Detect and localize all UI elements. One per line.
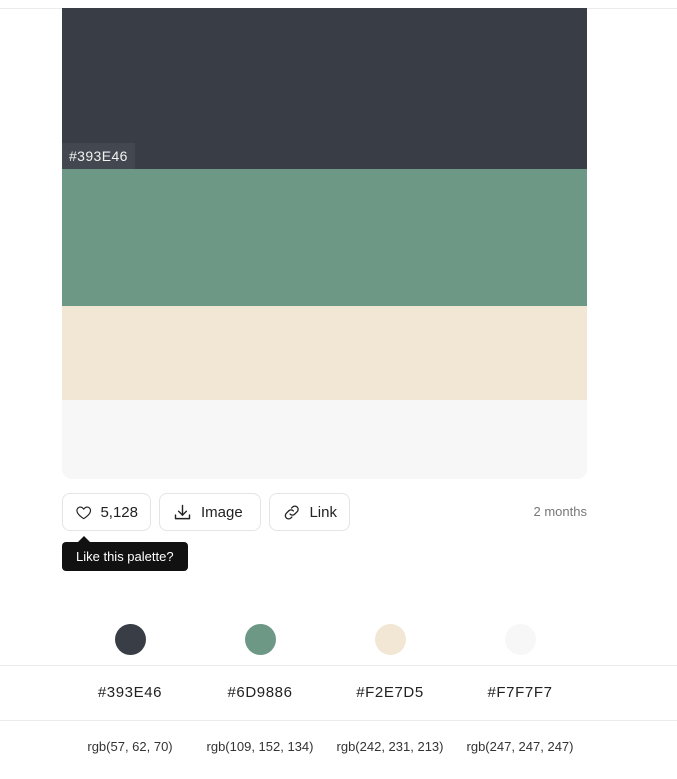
swatch-2[interactable] bbox=[62, 169, 587, 306]
rgb-value[interactable]: rgb(242, 231, 213) bbox=[325, 739, 455, 754]
divider bbox=[0, 720, 677, 721]
swatch-3[interactable] bbox=[62, 306, 587, 400]
swatch-1[interactable]: #393E46 bbox=[62, 8, 587, 169]
heart-icon bbox=[76, 505, 92, 519]
divider bbox=[0, 665, 677, 666]
link-icon bbox=[284, 504, 299, 520]
color-dot-1[interactable] bbox=[115, 624, 146, 655]
like-tooltip: Like this palette? bbox=[62, 536, 188, 571]
color-dot-4[interactable] bbox=[505, 624, 536, 655]
color-dots bbox=[0, 624, 677, 656]
color-dot-3[interactable] bbox=[375, 624, 406, 655]
rgb-value[interactable]: rgb(109, 152, 134) bbox=[195, 739, 325, 754]
palette-card: #393E46 bbox=[62, 8, 587, 479]
image-label: Image bbox=[201, 503, 243, 521]
link-label: Link bbox=[309, 503, 337, 521]
copy-link-button[interactable]: Link bbox=[269, 493, 350, 531]
swatch-hex-label[interactable]: #393E46 bbox=[62, 143, 135, 169]
download-icon bbox=[174, 504, 191, 519]
color-dot-2[interactable] bbox=[245, 624, 276, 655]
like-count: 5,128 bbox=[100, 503, 138, 521]
hex-value[interactable]: #F7F7F7 bbox=[455, 684, 585, 701]
hex-value[interactable]: #F2E7D5 bbox=[325, 684, 455, 701]
download-image-button[interactable]: Image bbox=[159, 493, 261, 531]
swatch-4[interactable] bbox=[62, 400, 587, 479]
timestamp: 2 months bbox=[533, 504, 587, 519]
like-button[interactable]: 5,128 bbox=[62, 493, 151, 531]
rgb-value[interactable]: rgb(57, 62, 70) bbox=[65, 739, 195, 754]
rgb-value[interactable]: rgb(247, 247, 247) bbox=[455, 739, 585, 754]
action-bar: 5,128 Image Link bbox=[62, 493, 350, 531]
hex-value[interactable]: #6D9886 bbox=[195, 684, 325, 701]
hex-value[interactable]: #393E46 bbox=[65, 684, 195, 701]
